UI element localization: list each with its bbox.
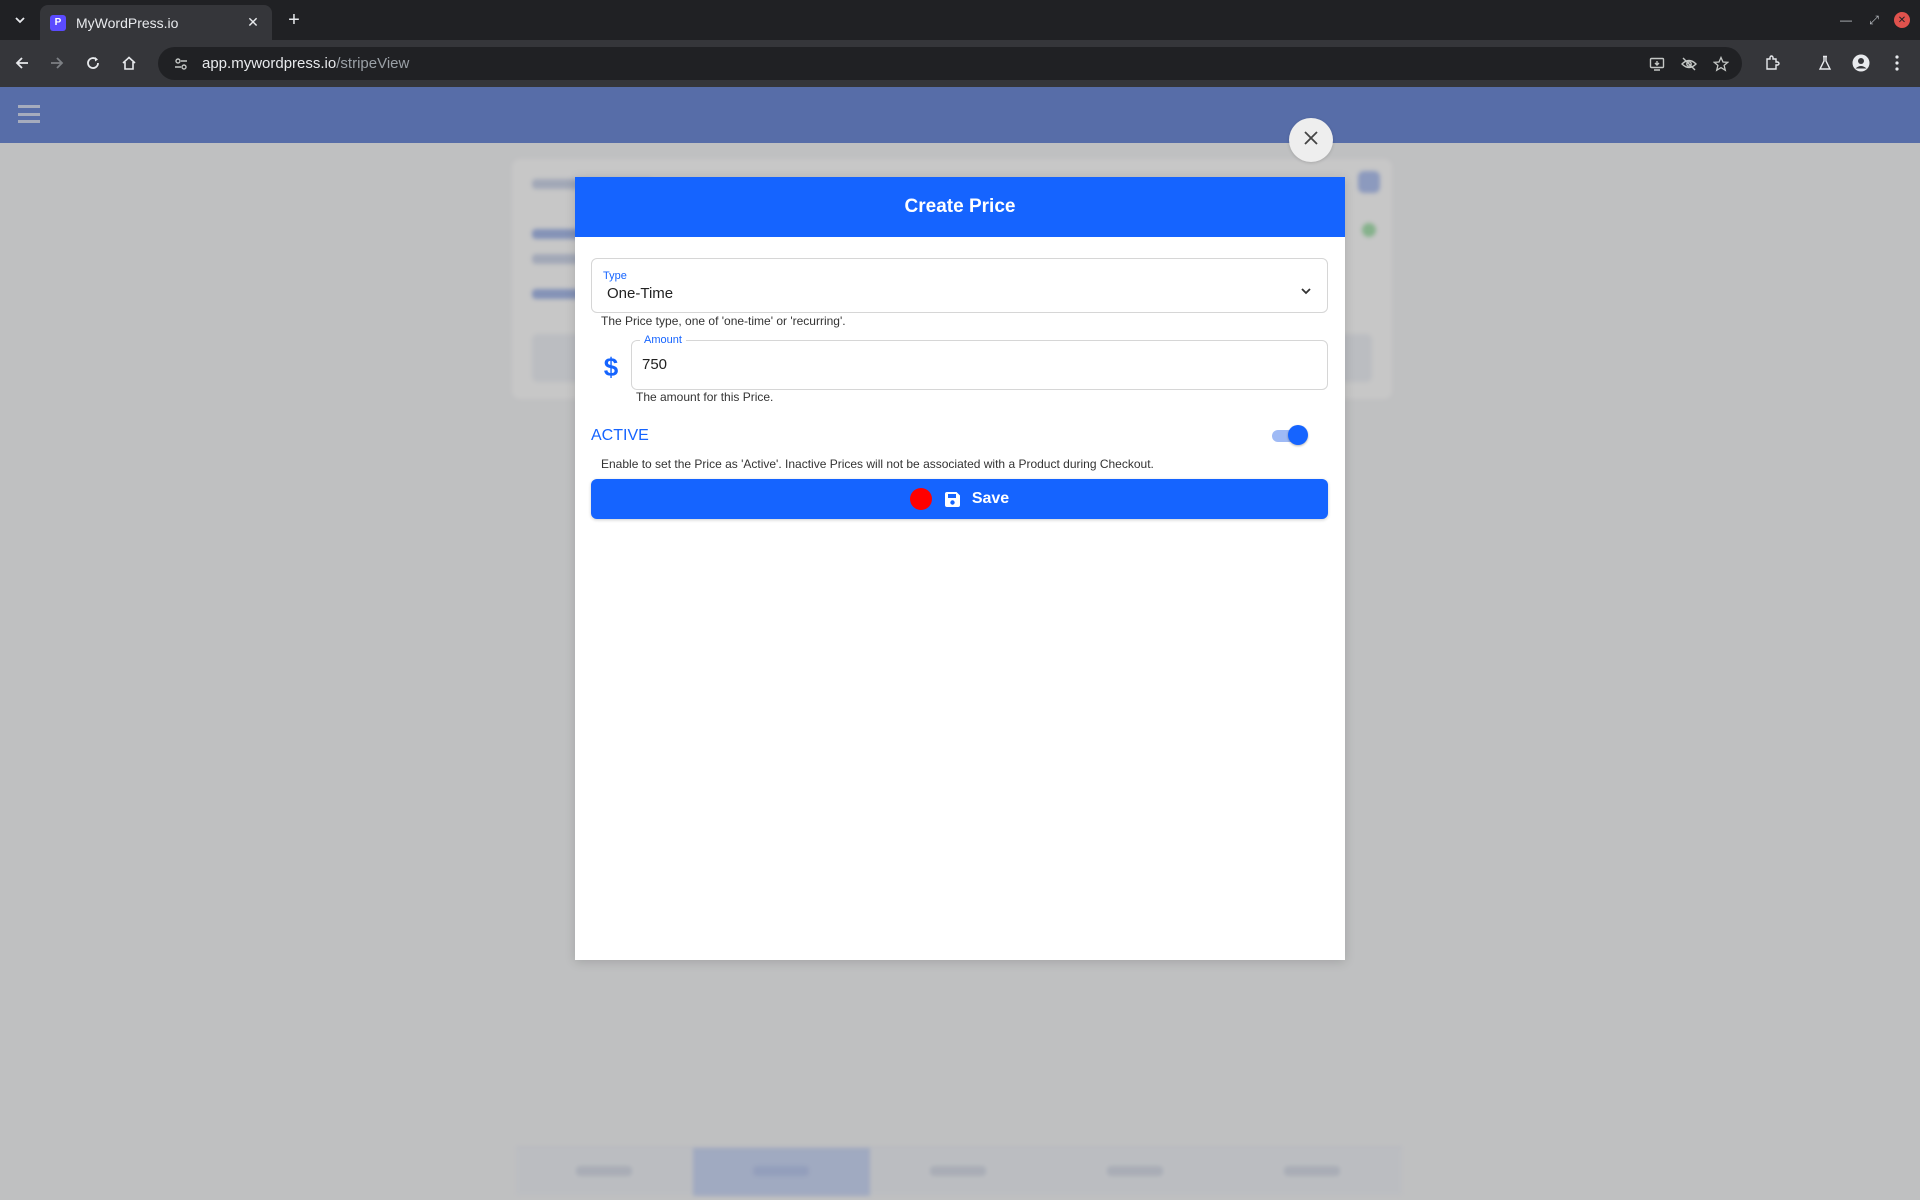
new-tab-icon[interactable]: + bbox=[282, 8, 306, 32]
labs-flask-icon[interactable] bbox=[1813, 51, 1837, 75]
save-label: Save bbox=[971, 490, 1010, 507]
forward-icon[interactable] bbox=[45, 51, 69, 75]
url-host: app.mywordpress.io bbox=[202, 55, 337, 72]
type-value: One-Time bbox=[607, 285, 674, 302]
recording-indicator-icon bbox=[909, 488, 932, 510]
minimize-icon[interactable]: — bbox=[1836, 10, 1856, 30]
type-select[interactable]: Type One-Time bbox=[591, 258, 1328, 313]
window-close-icon[interactable]: ✕ bbox=[1894, 12, 1910, 28]
type-helper-text: The Price type, one of 'one-time' or 're… bbox=[601, 314, 846, 328]
url-path: /stripeView bbox=[336, 55, 410, 72]
modal-header: Create Price bbox=[575, 177, 1345, 237]
amount-input[interactable]: Amount 750 bbox=[631, 334, 1328, 390]
browser-tab-bar: P MyWordPress.io ✕ + — ⤢ ✕ bbox=[0, 0, 1920, 40]
amount-value: 750 bbox=[642, 356, 668, 373]
restore-icon[interactable]: ⤢ bbox=[1864, 10, 1884, 30]
home-icon[interactable] bbox=[117, 51, 141, 75]
browser-toolbar: app.mywordpress.io/stripeView bbox=[0, 40, 1920, 87]
tab-search-icon[interactable] bbox=[8, 8, 32, 32]
extensions-icon[interactable] bbox=[1760, 51, 1784, 75]
active-label: ACTIVE bbox=[591, 427, 649, 444]
address-bar[interactable]: app.mywordpress.io/stripeView bbox=[158, 47, 1742, 80]
install-app-icon[interactable] bbox=[1648, 55, 1666, 73]
active-toggle[interactable] bbox=[1272, 425, 1308, 447]
save-icon bbox=[944, 490, 962, 508]
chevron-down-icon bbox=[1299, 284, 1313, 303]
close-modal-button[interactable] bbox=[1289, 118, 1333, 162]
bookmark-star-icon[interactable] bbox=[1712, 55, 1730, 73]
eye-off-icon[interactable] bbox=[1680, 55, 1698, 73]
amount-helper-text: The amount for this Price. bbox=[636, 390, 774, 404]
tab-close-icon[interactable]: ✕ bbox=[244, 14, 262, 31]
site-info-icon[interactable] bbox=[172, 57, 190, 71]
profile-avatar-icon[interactable] bbox=[1849, 51, 1873, 75]
close-icon bbox=[1303, 130, 1319, 151]
browser-menu-icon[interactable] bbox=[1885, 51, 1909, 75]
save-button[interactable]: Save bbox=[591, 479, 1328, 519]
toggle-thumb bbox=[1288, 425, 1308, 445]
create-price-modal: Create Price Type One-Time The Price typ… bbox=[575, 177, 1345, 960]
reload-icon[interactable] bbox=[81, 51, 105, 75]
browser-tab[interactable]: P MyWordPress.io ✕ bbox=[40, 5, 272, 40]
back-icon[interactable] bbox=[10, 51, 34, 75]
site-favicon-icon: P bbox=[50, 14, 66, 31]
type-label: Type bbox=[603, 270, 627, 282]
modal-title: Create Price bbox=[904, 196, 1016, 217]
dollar-icon: $ bbox=[603, 351, 619, 382]
tab-title: MyWordPress.io bbox=[76, 14, 179, 31]
active-helper-text: Enable to set the Price as 'Active'. Ina… bbox=[601, 457, 1154, 471]
amount-label: Amount bbox=[640, 334, 686, 346]
